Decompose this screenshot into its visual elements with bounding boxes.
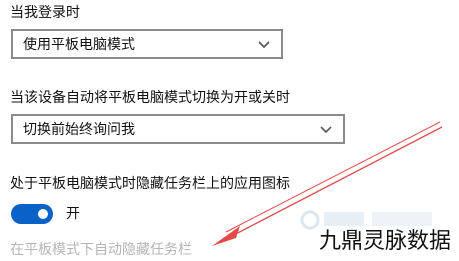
switch-label: 当该设备自动将平板电脑模式切换为开或关时 [10,90,290,106]
signin-mode-select[interactable]: 使用平板电脑模式 [11,29,283,59]
chevron-down-icon [320,126,332,134]
switch-behavior-select[interactable]: 切换前始终询问我 [11,114,345,144]
signin-label: 当我登录时 [10,5,80,21]
autohide-taskbar-label: 在平板模式下自动隐藏任务栏 [10,242,192,258]
chevron-down-icon [258,41,270,49]
hide-icons-toggle[interactable] [11,204,53,224]
tablet-mode-settings: 当我登录时 使用平板电脑模式 当该设备自动将平板电脑模式切换为开或关时 切换前始… [0,0,459,261]
signin-mode-select-value: 使用平板电脑模式 [23,37,135,53]
switch-behavior-select-value: 切换前始终询问我 [23,122,135,138]
toggle-knob [38,209,48,219]
toggle-state-text: 开 [66,206,80,222]
watermark-text: 九鼎灵脉数据 [318,229,451,254]
hide-icons-label: 处于平板电脑模式时隐藏任务栏上的应用图标 [10,176,290,192]
